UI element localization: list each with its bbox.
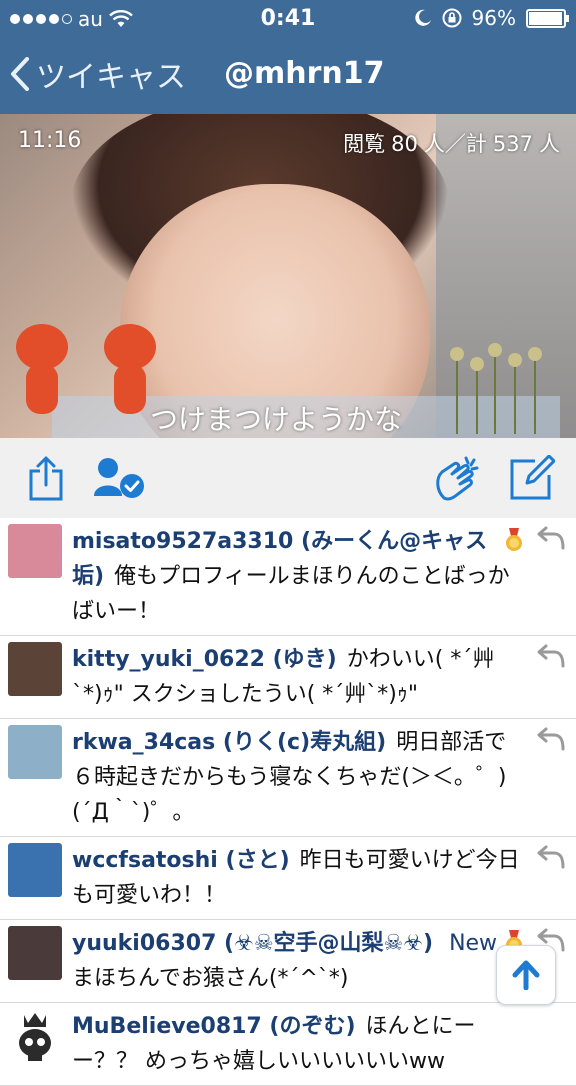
broadcast-caption: つけまつけようかな (150, 403, 403, 436)
applause-button[interactable] (428, 450, 484, 506)
compose-icon (510, 455, 555, 500)
avatar[interactable] (8, 642, 62, 696)
comment-author[interactable]: MuBelieve0817 (のぞむ) (72, 1014, 356, 1039)
share-button[interactable] (18, 450, 74, 506)
comment-row[interactable]: MuBelieve0817 (のぞむ) ほんとにーー？？ めっちゃ嬉しいいいいいい… (0, 1003, 576, 1086)
battery-icon (526, 8, 569, 28)
scroll-to-top-button[interactable] (496, 945, 556, 1005)
chevron-left-icon (11, 57, 29, 91)
reply-icon[interactable] (536, 524, 566, 550)
reply-icon[interactable] (536, 725, 566, 751)
status-bar: au 0:41 96% (0, 0, 576, 38)
comment-author[interactable]: rkwa_34cas (りく(c)寿丸組) (72, 730, 386, 755)
do-not-disturb-icon (414, 9, 431, 26)
comment-author[interactable]: yuuki06307 (☣☠空手@山梨☠☣) (72, 931, 433, 956)
action-toolbar (0, 438, 576, 519)
reply-icon[interactable] (536, 843, 566, 869)
follow-button[interactable] (92, 450, 148, 506)
live-video-player[interactable]: 11:16 閲覧 80 人／計 537 人 つけまつけようかな (0, 114, 576, 438)
follow-user-icon (94, 458, 144, 498)
comment-text: まほちんでお猿さん(*´^`*) (72, 966, 349, 991)
arrow-up-icon (512, 960, 540, 990)
comment-text: 俺もプロフィールまほりんのことばっかばいー！ (72, 564, 510, 624)
skull-crown-icon (19, 1013, 51, 1061)
avatar[interactable] (8, 725, 62, 779)
page-title: @mhrn17 (224, 56, 385, 91)
compose-comment-button[interactable] (504, 450, 560, 506)
comment-list: misato9527a3310 (みーくん@キャス垢) 俺もプロフィールまほりんの… (0, 518, 576, 1086)
elapsed-time: 11:16 (18, 128, 82, 153)
avatar[interactable] (8, 926, 62, 980)
medal-icon (506, 528, 522, 551)
navigation-bar: ツイキャス @mhrn17 (0, 38, 576, 114)
comment-row[interactable]: kitty_yuki_0622 (ゆき) かわいい( *´艸`*)ｩ" スクショし… (0, 636, 576, 719)
comment-author[interactable]: wccfsatoshi (さと) (72, 848, 290, 873)
comment-row[interactable]: yuuki06307 (☣☠空手@山梨☠☣) New まほちんでお猿さん(*´^`*… (0, 920, 576, 1003)
back-button[interactable]: ツイキャス (10, 52, 186, 96)
mascot-right (104, 324, 156, 434)
comment-row[interactable]: misato9527a3310 (みーくん@キャス垢) 俺もプロフィールまほりんの… (0, 518, 576, 636)
back-label: ツイキャス (36, 60, 186, 95)
comment-row[interactable]: rkwa_34cas (りく(c)寿丸組) 明日部活で６時起きだからもう寝なくちゃ… (0, 719, 576, 837)
comment-author[interactable]: kitty_yuki_0622 (ゆき) (72, 647, 337, 672)
comment-row[interactable]: wccfsatoshi (さと) 昨日も可愛いけど今日も可愛いわ！！ (0, 837, 576, 920)
viewer-count: 閲覧 80 人／計 537 人 (343, 132, 560, 156)
status-right: 96% (414, 6, 569, 30)
avatar[interactable] (8, 843, 62, 897)
rotation-lock-icon (442, 8, 462, 28)
share-icon (29, 456, 63, 501)
avatar[interactable] (8, 1009, 62, 1063)
clap-icon (436, 456, 479, 501)
reply-icon[interactable] (536, 642, 566, 668)
new-badge: New (449, 931, 498, 956)
battery-percent: 96% (471, 6, 516, 30)
mascot-left (16, 324, 68, 434)
avatar[interactable] (8, 524, 62, 578)
